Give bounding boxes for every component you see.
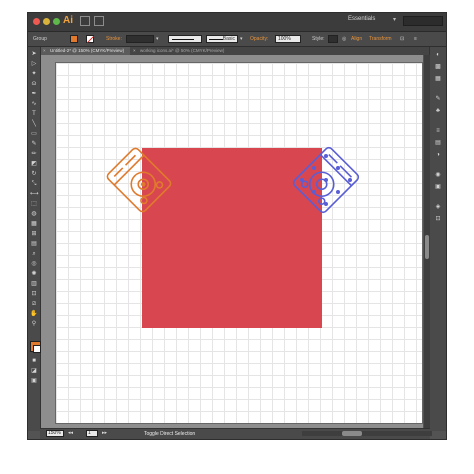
arrange-documents-icon[interactable] (94, 16, 104, 26)
panel-dock: ◐ ▩ ▦ ✎ ♣ ≡ ▤ ◑ ◉ ▣ ◈ ⊡ (429, 47, 446, 431)
camera-icon-selected[interactable] (288, 142, 364, 218)
blend-tool-icon[interactable]: ◎ (30, 260, 38, 268)
fill-swatch[interactable] (70, 35, 78, 43)
style-label: Style: (312, 36, 325, 42)
opacity-field[interactable]: 100% (275, 35, 301, 43)
eraser-tool-icon[interactable]: ◩ (30, 160, 38, 168)
variable-width-profile[interactable] (168, 35, 202, 43)
color-mode-icon[interactable]: ■ (30, 357, 38, 365)
tab-working-icons[interactable]: × working icons.ai* @ 50% (CMYK/Preview) (130, 47, 250, 55)
stroke-swatch[interactable] (86, 35, 94, 43)
graphic-styles-panel-icon[interactable]: ▣ (434, 183, 442, 191)
hand-tool-icon[interactable]: ✋ (30, 310, 38, 318)
tab-label: working icons.ai* @ 50% (CMYK/Preview) (140, 48, 225, 53)
vertical-scrollbar[interactable] (424, 55, 430, 429)
scale-tool-icon[interactable]: ⤡ (30, 180, 38, 188)
free-transform-tool-icon[interactable]: ⬚ (30, 200, 38, 208)
control-bar: Group Stroke: ▾ Basic ▾ Opacity: 100% St… (28, 32, 446, 47)
isolate-group-icon[interactable]: ⊡ (400, 36, 404, 42)
stroke-label[interactable]: Stroke: (106, 36, 122, 42)
transform-link[interactable]: Transform (369, 36, 392, 42)
width-tool-icon[interactable]: ⟷ (30, 190, 39, 198)
stroke-weight-field[interactable] (126, 35, 154, 43)
line-tool-icon[interactable]: ╲ (30, 120, 38, 128)
color-guide-panel-icon[interactable]: ▩ (434, 63, 442, 71)
drawing-mode-icon[interactable]: ◪ (30, 367, 38, 375)
paintbrush-tool-icon[interactable]: ✎ (30, 140, 38, 148)
chevron-down-icon[interactable]: ▾ (156, 36, 159, 42)
chevron-down-icon[interactable]: ▾ (240, 36, 243, 42)
title-bar: Ai Essentials ▾ (28, 13, 446, 32)
gradient-tool-icon[interactable]: ▤ (30, 240, 38, 248)
slice-tool-icon[interactable]: ⧄ (30, 300, 38, 308)
artboards-panel-icon[interactable]: ⊡ (434, 215, 442, 223)
rectangle-tool-icon[interactable]: ▭ (30, 130, 38, 138)
tab-label: Untitled-2* @ 150% (CMYK/Preview) (50, 48, 125, 53)
bridge-icon[interactable] (80, 16, 90, 26)
appearance-panel-icon[interactable]: ◉ (434, 171, 442, 179)
artboard-number-field[interactable]: 1 (86, 430, 98, 437)
recolor-artwork-icon[interactable]: ◎ (342, 36, 346, 42)
stroke-panel-icon[interactable]: ≡ (434, 127, 442, 135)
symbol-sprayer-tool-icon[interactable]: ✺ (30, 270, 38, 278)
color-panel-icon[interactable]: ◐ (434, 51, 442, 59)
close-window-button[interactable] (33, 18, 40, 25)
align-link[interactable]: Align (351, 36, 362, 42)
panel-menu-icon[interactable]: ≡ (414, 36, 417, 42)
horizontal-scrollbar[interactable] (302, 431, 432, 436)
rotate-tool-icon[interactable]: ↻ (30, 170, 38, 178)
camera-icon-orange[interactable] (104, 144, 174, 216)
screen-mode-icon[interactable]: ▣ (30, 377, 38, 385)
selection-tool-icon[interactable]: ➤ (30, 50, 38, 58)
curvature-tool-icon[interactable]: ∿ (30, 100, 38, 108)
tools-panel: ➤ ▷ ✦ ɷ ✒ ∿ T ╲ ▭ ✎ ✏ ◩ ↻ ⤡ ⟷ ⬚ ◍ ▦ ⊞ ▤ … (28, 47, 41, 431)
first-artboard-icon[interactable]: ◂◂ (68, 430, 73, 436)
eyedropper-tool-icon[interactable]: ⌕ (30, 250, 38, 258)
brush-preview-line (209, 39, 223, 40)
pencil-tool-icon[interactable]: ✏ (30, 150, 38, 158)
zoom-window-button[interactable] (53, 18, 60, 25)
minimize-window-button[interactable] (43, 18, 50, 25)
vertical-scroll-thumb[interactable] (425, 235, 429, 259)
close-icon[interactable]: × (43, 47, 46, 55)
swatches-panel-icon[interactable]: ▦ (434, 75, 442, 83)
app-logo: Ai (63, 15, 73, 26)
brush-definition[interactable]: Basic (206, 35, 238, 43)
magic-wand-tool-icon[interactable]: ✦ (30, 70, 38, 78)
brushes-panel-icon[interactable]: ✎ (434, 95, 442, 103)
artboard-tool-icon[interactable]: ⊡ (30, 290, 38, 298)
help-search-input[interactable] (403, 16, 443, 26)
next-artboard-icon[interactable]: ▸▸ (102, 430, 107, 436)
graph-tool-icon[interactable]: ▥ (30, 280, 38, 288)
document-tab-bar: × Untitled-2* @ 150% (CMYK/Preview) × wo… (40, 47, 430, 55)
pen-tool-icon[interactable]: ✒ (30, 90, 38, 98)
symbols-panel-icon[interactable]: ♣ (434, 107, 442, 115)
transparency-panel-icon[interactable]: ◑ (434, 151, 442, 159)
opacity-label[interactable]: Opacity: (250, 36, 268, 42)
workspace-switcher[interactable]: Essentials (348, 16, 375, 22)
mesh-tool-icon[interactable]: ⊞ (30, 230, 38, 238)
layers-panel-icon[interactable]: ◈ (434, 203, 442, 211)
stroke-color-swatch[interactable] (33, 345, 41, 353)
horizontal-scroll-thumb[interactable] (342, 431, 362, 436)
chevron-down-icon[interactable]: ▾ (393, 16, 396, 23)
lasso-tool-icon[interactable]: ɷ (30, 80, 38, 88)
status-message[interactable]: Toggle Direct Selection (144, 431, 195, 437)
stroke-preview-line (172, 39, 194, 40)
brush-name: Basic (222, 36, 235, 42)
gradient-panel-icon[interactable]: ▤ (434, 139, 442, 147)
tab-untitled-2[interactable]: × Untitled-2* @ 150% (CMYK/Preview) (40, 47, 130, 55)
zoom-level-field[interactable]: 150% (46, 430, 64, 437)
direct-selection-tool-icon[interactable]: ▷ (30, 60, 38, 68)
selection-type-label: Group (33, 36, 47, 42)
close-icon[interactable]: × (133, 47, 136, 55)
type-tool-icon[interactable]: T (30, 110, 38, 118)
perspective-tool-icon[interactable]: ▦ (30, 220, 38, 228)
zoom-tool-icon[interactable]: ⚲ (30, 320, 38, 328)
shape-builder-tool-icon[interactable]: ◍ (30, 210, 38, 218)
status-bar: 150% ◂◂ 1 ▸▸ Toggle Direct Selection (40, 428, 432, 439)
graphic-style-picker[interactable] (328, 35, 338, 43)
